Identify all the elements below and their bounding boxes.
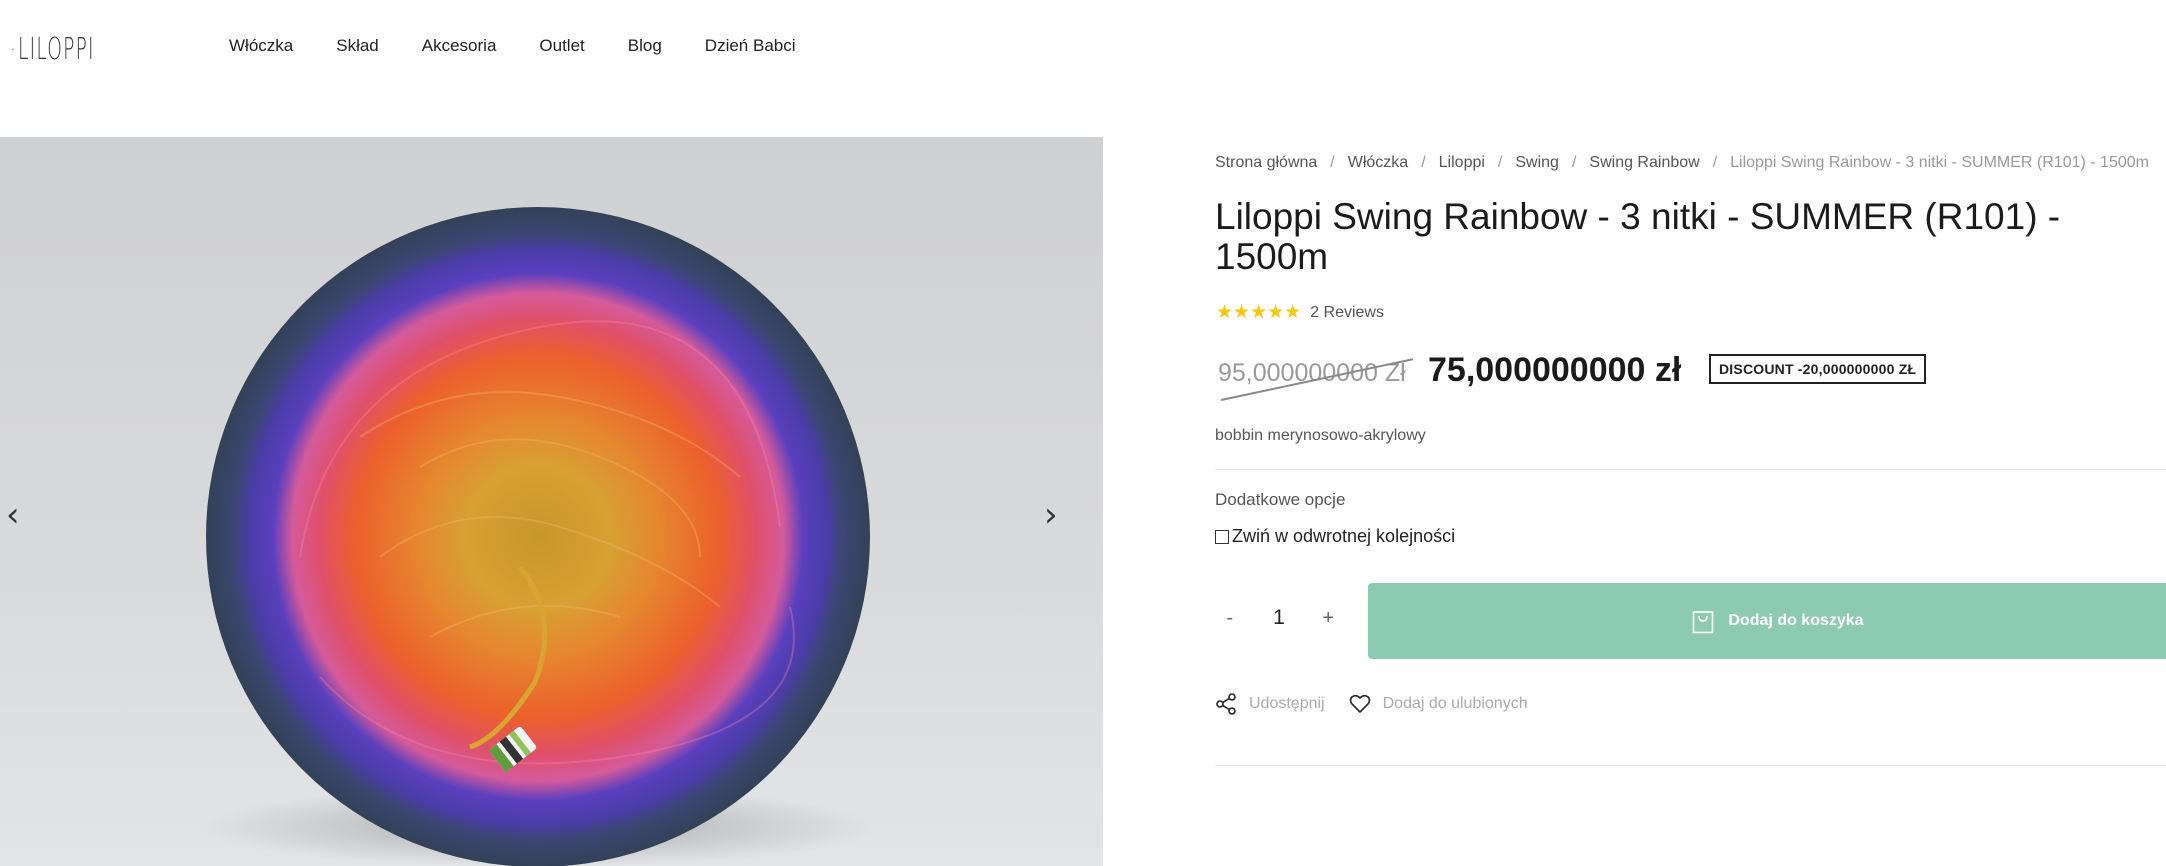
- wishlist-label: Dodaj do ulubionych: [1382, 695, 1528, 712]
- divider: [1215, 469, 2166, 470]
- reverse-winding-option[interactable]: Zwiń w odwrotnej kolejności: [1215, 526, 1455, 547]
- breadcrumb-separator: /: [1571, 154, 1577, 171]
- nav-item-sklad[interactable]: Skład: [336, 36, 379, 56]
- gallery-prev-arrow[interactable]: ‹: [6, 495, 20, 535]
- logo-text: LILOPPI: [18, 31, 95, 67]
- add-to-wishlist-button[interactable]: Dodaj do ulubionych: [1349, 694, 1528, 714]
- rating-stars-icon: ★★★★★: [1216, 302, 1302, 323]
- quantity-stepper: - 1 +: [1215, 583, 1343, 653]
- breadcrumb-separator: /: [1421, 154, 1426, 171]
- product-rating: ★★★★★ 2 Reviews: [1216, 301, 1384, 324]
- product-title: Liloppi Swing Rainbow - 3 nitki - SUMMER…: [1215, 196, 2061, 277]
- breadcrumb-separator: /: [1497, 154, 1503, 171]
- breadcrumb-separator: /: [1330, 154, 1335, 171]
- product-image: [198, 207, 878, 866]
- nav-item-dzien-babci[interactable]: Dzień Babci: [705, 36, 796, 56]
- breadcrumb-separator: /: [1712, 154, 1718, 171]
- discount-badge: DISCOUNT -20,000000000 ZŁ: [1709, 354, 1927, 384]
- product-short-description: bobbin merynosowo-akrylowy: [1215, 427, 1426, 444]
- breadcrumb-wloczka[interactable]: Włóczka: [1348, 154, 1408, 171]
- reverse-winding-label: Zwiń w odwrotnej kolejności: [1232, 526, 1456, 546]
- current-price: 75,000000000 zł: [1428, 351, 1682, 389]
- reverse-winding-checkbox[interactable]: [1215, 529, 1229, 544]
- old-price: 95,000000000 Zł: [1218, 359, 1406, 387]
- yarn-ball-logo-icon: [12, 47, 14, 51]
- add-to-cart-button[interactable]: Dodaj do koszyka: [1368, 583, 2166, 659]
- quantity-increase-button[interactable]: +: [1313, 607, 1343, 630]
- quantity-input[interactable]: 1: [1245, 606, 1314, 630]
- divider: [1215, 765, 2166, 766]
- logo[interactable]: LILOPPI: [12, 24, 142, 74]
- site-header: LILOPPI Włóczka Skład Akcesoria Outlet B…: [0, 0, 2166, 137]
- share-icon: [1216, 693, 1236, 715]
- nav-item-wloczka[interactable]: Włóczka: [229, 36, 293, 56]
- breadcrumb-swing[interactable]: Swing: [1515, 154, 1559, 171]
- product-info: Strona główna / Włóczka / Liloppi / Swing / Swin…: [1215, 137, 2166, 866]
- heart-icon: [1349, 694, 1370, 714]
- reviews-link[interactable]: 2 Reviews: [1310, 304, 1384, 322]
- breadcrumb-swing-rainbow[interactable]: Swing Rainbow: [1589, 154, 1699, 171]
- breadcrumb: Strona główna / Włóczka / Liloppi / Swing / Swin…: [1215, 154, 2149, 172]
- shopping-bag-icon: [1693, 611, 1714, 634]
- main-nav: Włóczka Skład Akcesoria Outlet Blog Dzie…: [229, 36, 839, 56]
- share-label: Udostępnij: [1249, 695, 1325, 712]
- product-actions: Udostępnij Dodaj do ulubionych: [1215, 693, 1552, 715]
- breadcrumb-liloppi[interactable]: Liloppi: [1439, 154, 1485, 171]
- gallery-next-arrow[interactable]: ›: [1044, 495, 1058, 535]
- quantity-decrease-button[interactable]: -: [1215, 607, 1245, 630]
- breadcrumb-current: Liloppi Swing Rainbow - 3 nitki - SUMMER…: [1730, 154, 2149, 171]
- nav-item-blog[interactable]: Blog: [628, 36, 662, 56]
- breadcrumb-home[interactable]: Strona główna: [1215, 154, 1317, 171]
- additional-options-label: Dodatkowe opcje: [1215, 490, 1346, 509]
- product-gallery: ‹ ›: [0, 137, 1103, 866]
- share-button[interactable]: Udostępnij: [1215, 693, 1325, 715]
- nav-item-akcesoria[interactable]: Akcesoria: [422, 36, 497, 56]
- add-to-cart-label: Dodaj do koszyka: [1728, 612, 1864, 629]
- nav-item-outlet[interactable]: Outlet: [539, 36, 584, 56]
